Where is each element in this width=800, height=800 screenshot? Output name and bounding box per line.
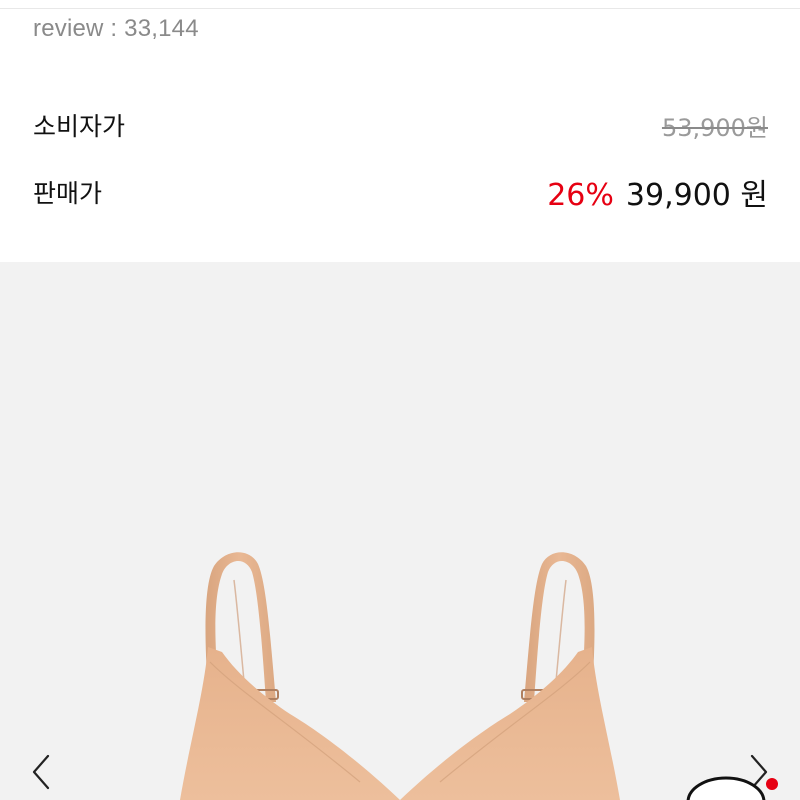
divider [0,8,800,9]
list-price-value: 53,900원 [661,113,768,142]
product-image [180,552,620,800]
sale-price-value: 39,900 원 [625,178,768,213]
chat-bubble-icon[interactable] [684,772,784,800]
sale-price-label: 판매가 [33,179,103,208]
review-count[interactable]: review : 33,144 [33,15,199,43]
sale-price-row: 판매가 26% 39,900 원 [33,170,768,214]
discount-rate: 26% [547,178,614,213]
list-price-label: 소비자가 [33,112,126,141]
notification-badge [766,778,778,790]
list-price-row: 소비자가 53,900원 [33,108,768,142]
sale-price-group: 26% 39,900 원 [547,170,768,214]
product-image-carousel[interactable] [0,262,800,800]
product-detail-page: review : 33,144 소비자가 53,900원 판매가 26% 39,… [0,0,800,800]
chevron-left-icon[interactable] [26,750,56,794]
